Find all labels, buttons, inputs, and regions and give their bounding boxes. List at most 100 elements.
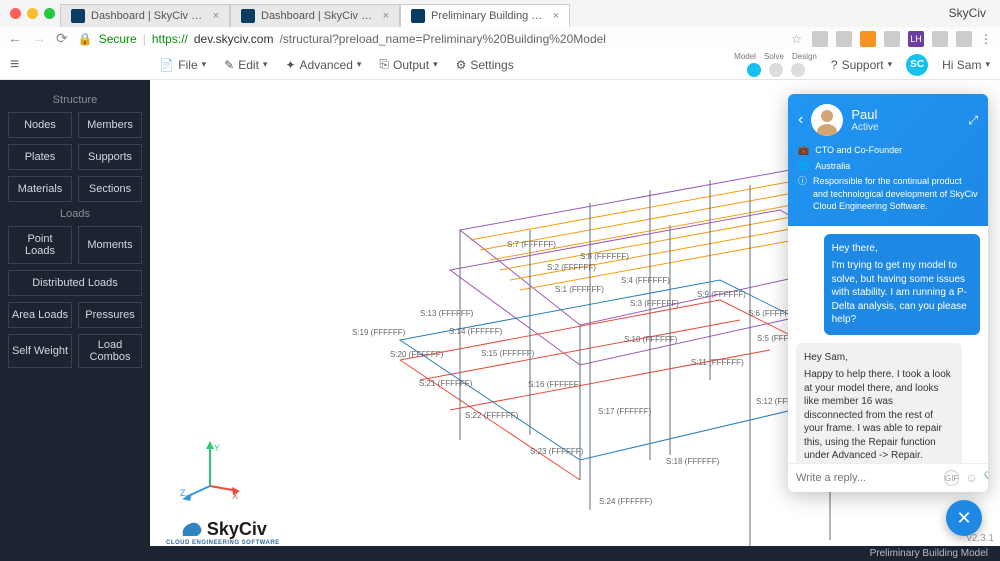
sidebar: Structure Nodes Members Plates Supports … [0,80,150,546]
model-step-button[interactable] [747,63,761,77]
maximize-window-dot[interactable] [44,8,55,19]
ext-icon[interactable] [860,31,876,47]
close-tab-icon[interactable]: × [553,10,559,22]
solve-step-button[interactable] [769,63,783,77]
ext-icon[interactable] [932,31,948,47]
address-bar[interactable]: 🔒 Secure | https://dev.skyciv.com/struct… [78,32,782,46]
ext-icon[interactable] [956,31,972,47]
ext-icon[interactable]: LH [908,31,924,47]
support-label: S:18 (FFFFFF) [666,457,719,466]
pressures-button[interactable]: Pressures [78,302,142,328]
back-icon[interactable]: ← [8,30,22,47]
members-button[interactable]: Members [78,112,142,138]
expand-icon[interactable]: ⤢ [968,113,978,128]
app-label: SkyCiv [949,6,986,20]
chevron-down-icon: ▾ [202,59,207,70]
skyciv-favicon [411,9,425,23]
sections-button[interactable]: Sections [78,176,142,202]
support-label: S:2 (FFFFFF) [547,263,596,272]
tab-title: Dashboard | SkyCiv Platform [91,10,207,22]
support-label: S:22 (FFFFFF) [465,411,518,420]
reload-icon[interactable]: ⟳ [56,30,68,47]
close-tab-icon[interactable]: × [213,10,219,22]
tab-title: Preliminary Building Model | S [431,10,547,22]
url-protocol: https:// [152,32,188,46]
agent-name: Paul [851,107,878,122]
svg-text:Y: Y [214,443,220,453]
file-menu[interactable]: 📄File▾ [159,57,206,72]
user-avatar[interactable]: SC [906,54,928,76]
ext-icon[interactable] [836,31,852,47]
agent-bio: Responsible for the continual product an… [813,175,978,213]
design-step-button[interactable] [791,63,805,77]
svg-text:Z: Z [180,488,186,498]
load-combos-button[interactable]: Load Combos [78,334,142,368]
chevron-down-icon: ▾ [985,59,990,70]
hamburger-icon[interactable]: ≡ [10,56,19,74]
file-icon: 📄 [159,58,174,72]
tab-title: Dashboard | SkyCiv Platform [261,10,377,22]
info-icon: ⓘ [798,175,807,188]
materials-button[interactable]: Materials [8,176,72,202]
nodes-button[interactable]: Nodes [8,112,72,138]
browser-tab[interactable]: Preliminary Building Model | S × [400,4,570,27]
window-controls [10,8,55,19]
area-loads-button[interactable]: Area Loads [8,302,72,328]
supports-button[interactable]: Supports [78,144,142,170]
close-tab-icon[interactable]: × [383,10,389,22]
support-label: S:20 (FFFFFF) [390,350,443,359]
export-icon: ⎘ [379,57,389,72]
close-window-dot[interactable] [10,8,21,19]
browser-chrome: Dashboard | SkyCiv Platform × Dashboard |… [0,0,1000,50]
chat-input-row: GIF ☺ 📎 [788,463,988,492]
gear-icon: ⚙ [456,58,467,72]
pencil-icon: ✎ [224,58,234,72]
support-label: S:4 (FFFFFF) [621,276,670,285]
browser-tab[interactable]: Dashboard | SkyCiv Platform × [230,4,400,27]
extension-icons: LH ⋮ [812,31,992,47]
globe-icon: 🌐 [798,160,809,173]
user-menu[interactable]: Hi Sam▾ [942,58,990,72]
star-icon[interactable]: ☆ [791,32,802,46]
point-loads-button[interactable]: Point Loads [8,226,72,264]
agent-status: Active [851,122,878,133]
step-label: Design [792,52,817,61]
skyciv-favicon [241,9,255,23]
distributed-loads-button[interactable]: Distributed Loads [8,270,142,296]
lock-icon: 🔒 [78,32,93,46]
plates-button[interactable]: Plates [8,144,72,170]
moments-button[interactable]: Moments [78,226,142,264]
forward-icon[interactable]: → [32,30,46,47]
support-label: S:19 (FFFFFF) [352,328,405,337]
chevron-down-icon: ▾ [263,59,268,70]
url-path: /structural?preload_name=Preliminary%20B… [279,32,606,46]
support-label: S:16 (FFFFFF) [528,380,581,389]
settings-menu[interactable]: ⚙Settings [456,57,514,72]
emoji-icon[interactable]: ☺ [965,471,977,485]
support-label: S:21 (FFFFFF) [419,379,472,388]
ext-icon[interactable] [812,31,828,47]
advanced-menu[interactable]: ✦Advanced▾ [285,57,361,72]
chat-back-icon[interactable]: ‹ [798,111,803,129]
browser-tab[interactable]: Dashboard | SkyCiv Platform × [60,4,230,27]
chat-reply-input[interactable] [796,472,938,484]
gif-button[interactable]: GIF [944,470,959,486]
support-label: S:7 (FFFFFF) [507,240,556,249]
ext-icon[interactable] [884,31,900,47]
chat-panel: ‹ Paul Active ⤢ 💼CTO and Co-Founder 🌐Aus… [788,94,988,492]
support-menu[interactable]: ?Support▾ [831,58,892,72]
self-weight-button[interactable]: Self Weight [8,334,72,368]
menu-dots-icon[interactable]: ⋮ [980,32,992,46]
chevron-down-icon: ▾ [357,59,362,70]
support-label: S:10 (FFFFFF) [624,335,677,344]
chat-close-fab[interactable]: ✕ [946,500,982,536]
skyciv-favicon [71,9,85,23]
sidebar-heading-loads: Loads [8,208,142,220]
skyciv-logo: SkyCiv CLOUD ENGINEERING SOFTWARE [166,518,280,546]
edit-menu[interactable]: ✎Edit▾ [224,57,267,72]
minimize-window-dot[interactable] [27,8,38,19]
attach-icon[interactable]: 📎 [984,471,988,485]
support-label: S:9 (FFFFFF) [697,290,746,299]
chat-messages[interactable]: Hey there, I'm trying to get my model to… [788,226,988,463]
output-menu[interactable]: ⎘Output▾ [379,57,437,72]
